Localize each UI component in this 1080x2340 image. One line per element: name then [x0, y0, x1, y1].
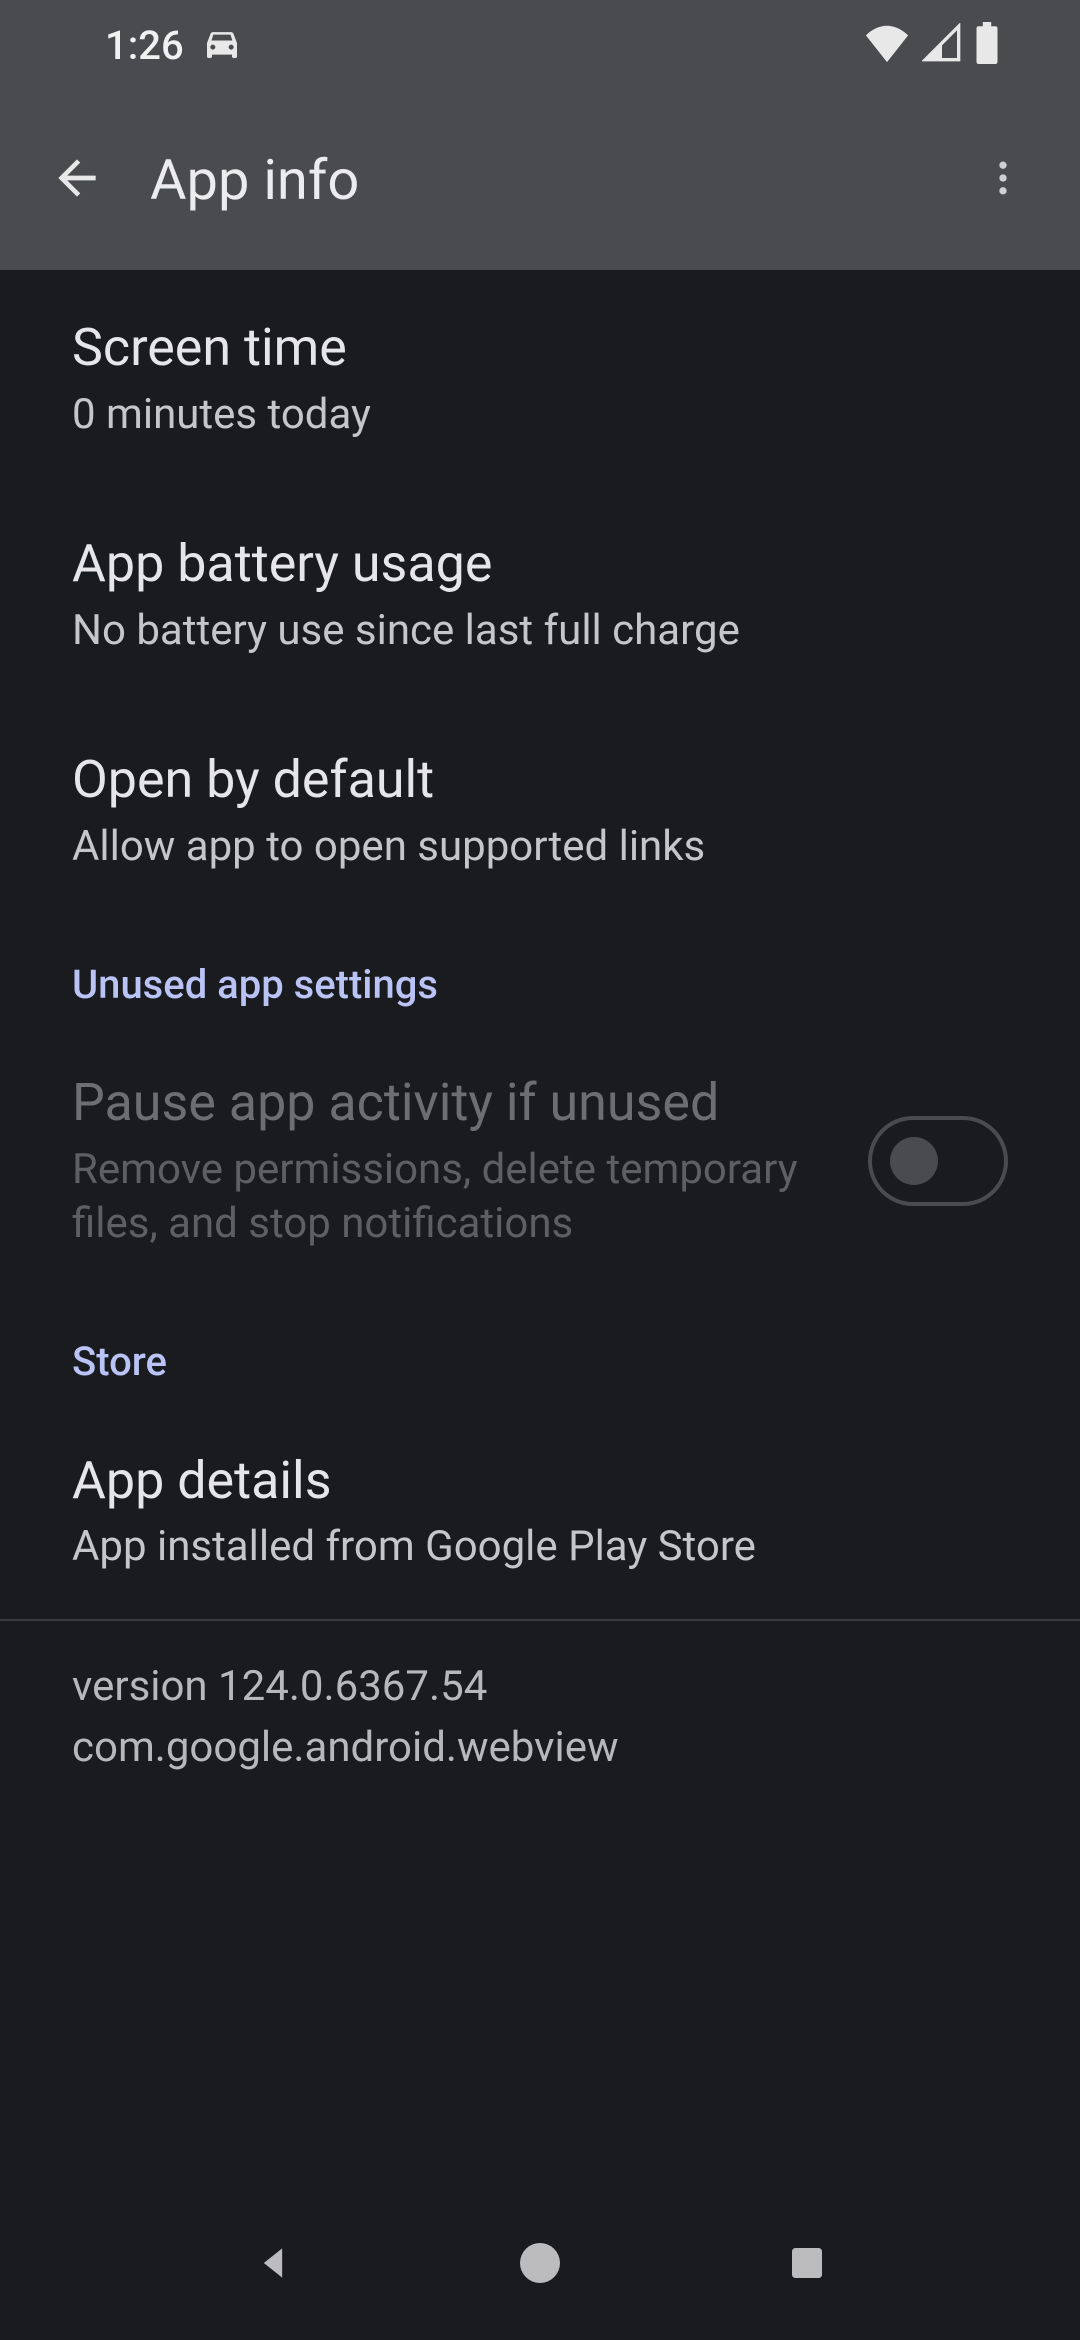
cell-signal-icon — [922, 23, 962, 67]
back-button[interactable] — [32, 135, 122, 225]
content: Screen time 0 minutes today App battery … — [0, 270, 1080, 1815]
screen-time-sub: 0 minutes today — [72, 388, 1008, 443]
app-details-sub: App installed from Google Play Store — [72, 1520, 1008, 1575]
screen-time-item[interactable]: Screen time 0 minutes today — [0, 270, 1080, 486]
app-bar: App info — [0, 90, 1080, 270]
screen-time-title: Screen time — [72, 314, 1008, 382]
section-store: Store — [0, 1296, 1080, 1403]
nav-home-button[interactable] — [500, 2225, 580, 2305]
status-left: 1:26 — [105, 22, 242, 69]
footer-info: version 124.0.6367.54 com.google.android… — [0, 1621, 1080, 1815]
switch-thumb — [890, 1137, 938, 1185]
nav-recent-button[interactable] — [767, 2225, 847, 2305]
pause-activity-sub: Remove permissions, delete temporary fil… — [72, 1143, 818, 1252]
open-by-default-item[interactable]: Open by default Allow app to open suppor… — [0, 702, 1080, 918]
pause-activity-switch[interactable] — [868, 1116, 1008, 1206]
open-by-default-sub: Allow app to open supported links — [72, 820, 1008, 875]
more-options-button[interactable] — [958, 135, 1048, 225]
app-details-title: App details — [72, 1447, 1008, 1515]
car-icon — [202, 23, 242, 67]
status-time: 1:26 — [105, 22, 184, 69]
battery-usage-title: App battery usage — [72, 530, 1008, 598]
status-bar: 1:26 — [0, 0, 1080, 90]
status-right — [864, 22, 1030, 68]
package-text: com.google.android.webview — [72, 1718, 1008, 1779]
wifi-icon — [864, 23, 910, 67]
nav-recent-icon — [787, 2243, 827, 2287]
arrow-back-icon — [49, 150, 105, 210]
version-text: version 124.0.6367.54 — [72, 1657, 1008, 1718]
nav-back-button[interactable] — [233, 2225, 313, 2305]
page-title: App info — [122, 147, 958, 213]
open-by-default-title: Open by default — [72, 746, 1008, 814]
battery-usage-item[interactable]: App battery usage No battery use since l… — [0, 486, 1080, 702]
more-vert-icon — [981, 156, 1025, 204]
pause-activity-title: Pause app activity if unused — [72, 1070, 818, 1135]
app-details-item[interactable]: App details App installed from Google Pl… — [0, 1403, 1080, 1619]
pause-activity-item: Pause app activity if unused Remove perm… — [0, 1026, 1080, 1296]
battery-icon — [974, 22, 1000, 68]
nav-home-icon — [516, 2239, 564, 2291]
nav-back-icon — [251, 2241, 295, 2289]
navigation-bar — [0, 2190, 1080, 2340]
section-unused-apps: Unused app settings — [0, 919, 1080, 1026]
pause-activity-text: Pause app activity if unused Remove perm… — [72, 1070, 848, 1252]
battery-usage-sub: No battery use since last full charge — [72, 604, 1008, 659]
